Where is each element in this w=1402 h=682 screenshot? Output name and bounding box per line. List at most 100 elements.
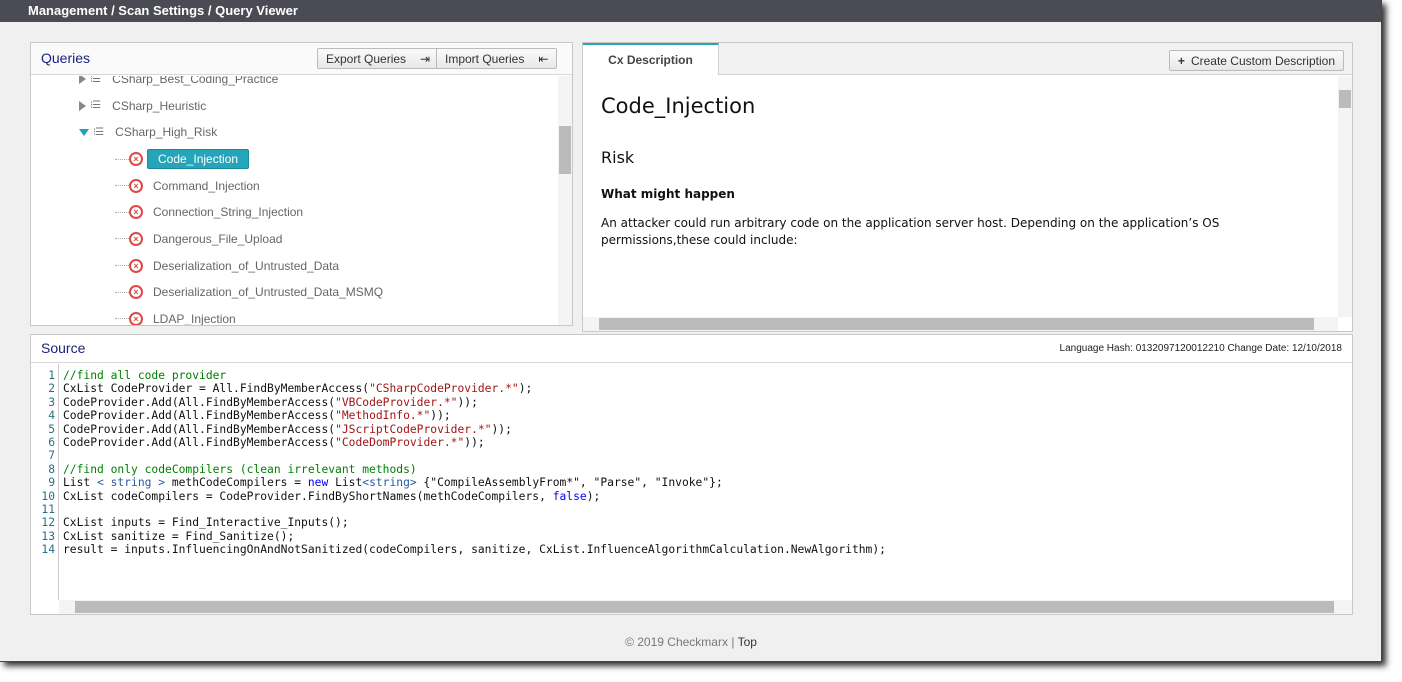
tree-item[interactable]: × Command_Injection — [115, 176, 260, 196]
queries-title: Queries — [41, 50, 91, 66]
collapsed-arrow-icon[interactable] — [79, 100, 86, 111]
export-queries-button[interactable]: Export Queries ⇥ — [317, 48, 440, 69]
list-icon: ⁝☰ — [90, 100, 101, 112]
tree-item[interactable]: × Dangerous_File_Upload — [115, 229, 282, 249]
tree-connector — [115, 211, 129, 213]
tab-cx-description[interactable]: Cx Description — [583, 43, 719, 75]
description-content: Code_Injection Risk What might happen An… — [583, 76, 1338, 317]
group-label: CSharp_Heuristic — [112, 98, 207, 113]
collapsed-arrow-icon[interactable] — [79, 76, 86, 84]
tree-item[interactable]: × Connection_String_Injection — [115, 202, 303, 222]
tree-connector — [115, 291, 129, 293]
create-custom-description-button[interactable]: + Create Custom Description — [1168, 50, 1344, 71]
plus-icon: + — [1177, 53, 1185, 68]
code-line: CodeProvider.Add(All.FindByMemberAccess(… — [63, 436, 886, 449]
import-label: Import Queries — [445, 51, 525, 66]
list-icon: ⁝☰ — [93, 126, 104, 138]
code-token: ); — [518, 382, 533, 396]
item-label: Connection_String_Injection — [153, 205, 304, 220]
code-token: CxList inputs = Find_Interactive_Inputs(… — [63, 516, 349, 530]
code-line: CxList sanitize = Find_Sanitize(); — [63, 530, 886, 543]
code-token: CodeProvider.Add(All.FindByMemberAccess( — [63, 395, 336, 409]
code-token: {"CompileAssemblyFrom*", "Parse", "Invok… — [416, 476, 723, 490]
code-token: < string > — [97, 476, 166, 490]
line-number: 4 — [48, 409, 55, 423]
tree-connector — [115, 158, 129, 160]
item-label: LDAP_Injection — [153, 311, 236, 325]
line-number: 3 — [48, 395, 55, 409]
top-link[interactable]: Top — [738, 635, 757, 649]
description-vscrollbar[interactable] — [1338, 76, 1352, 317]
scroll-thumb[interactable] — [75, 601, 1334, 613]
item-label: Command_Injection — [153, 178, 260, 193]
group-label: CSharp_Best_Coding_Practice — [112, 76, 279, 86]
line-number: 7 — [48, 449, 55, 463]
tree-item[interactable]: × Code_Injection — [115, 149, 250, 170]
scroll-thumb[interactable] — [559, 126, 571, 174]
code-lines: //find all code provider CxList CodeProvi… — [59, 364, 886, 600]
query-title: Code_Injection — [601, 94, 756, 118]
description-hscrollbar[interactable] — [583, 317, 1338, 331]
scroll-thumb[interactable] — [599, 318, 1314, 330]
code-token: )); — [491, 422, 512, 436]
code-token: false — [552, 489, 587, 503]
tree-item[interactable]: × Deserialization_of_Untrusted_Data_MSMQ — [115, 282, 383, 302]
line-number: 11 — [41, 503, 55, 517]
code-token: CxList codeCompilers = CodeProvider.Find… — [63, 489, 553, 503]
tree-scrollbar[interactable] — [558, 76, 572, 325]
error-icon: × — [129, 285, 143, 300]
expanded-arrow-icon[interactable] — [79, 128, 89, 136]
code-editor[interactable]: 1 2 3 4 5 6 7 8 9 10 11 12 13 14 //find all code prov… — [31, 364, 1352, 600]
line-number: 6 — [48, 436, 55, 450]
code-token: )); — [430, 409, 451, 423]
code-line: //find all code provider — [63, 369, 886, 382]
code-token: <string> — [362, 476, 417, 490]
tree-group[interactable]: ⁝☰ CSharp_High_Risk — [79, 122, 217, 142]
line-number: 8 — [48, 462, 55, 476]
queries-panel: Queries Export Queries ⇥ Import Queries ⇤ … — [30, 42, 573, 326]
query-tree: ⁝☰ CSharp_Best_Coding_Practice ⁝☰ CSharp_He… — [31, 76, 558, 325]
code-token: List — [63, 476, 98, 490]
language-hash-info: Language Hash: 0132097120012210 Change D… — [1059, 343, 1342, 354]
error-icon: × — [129, 231, 143, 246]
error-icon: × — [129, 258, 143, 273]
separator: | — [731, 635, 735, 649]
code-line: //find only codeCompilers (clean irrelev… — [63, 463, 886, 476]
code-token: CxList CodeProvider = All.FindByMemberAc… — [63, 382, 370, 396]
code-token: "CSharpCodeProvider.*" — [369, 382, 519, 396]
code-hscrollbar[interactable] — [59, 600, 1352, 614]
code-token: CodeProvider.Add(All.FindByMemberAccess( — [63, 409, 336, 423]
error-icon: × — [129, 311, 143, 325]
tree-connector — [115, 318, 129, 320]
code-token: CxList sanitize = Find_Sanitize(); — [63, 529, 295, 543]
code-token: ); — [586, 489, 601, 503]
export-icon: ⇥ — [420, 51, 431, 66]
tree-group[interactable]: ⁝☰ CSharp_Heuristic — [79, 96, 206, 116]
item-label: Deserialization_of_Untrusted_Data — [153, 258, 340, 273]
code-token: methCodeCompilers = — [165, 476, 308, 490]
scroll-thumb[interactable] — [1339, 90, 1351, 108]
tree-item[interactable]: × Deserialization_of_Untrusted_Data — [115, 256, 339, 276]
line-numbers: 1 2 3 4 5 6 7 8 9 10 11 12 13 14 — [31, 364, 59, 600]
code-line: result = inputs.InfluencingOnAndNotSanit… — [63, 543, 886, 556]
line-number: 9 — [48, 476, 55, 490]
tab-bar: Cx Description + Create Custom Descriptio… — [583, 43, 1352, 75]
tree-group[interactable]: ⁝☰ CSharp_Best_Coding_Practice — [79, 76, 278, 89]
code-line: CxList inputs = Find_Interactive_Inputs(… — [63, 516, 886, 529]
code-line: CxList codeCompilers = CodeProvider.Find… — [63, 490, 886, 503]
what-might-happen-text: An attacker could run arbitrary code on … — [601, 216, 1220, 247]
error-icon: × — [129, 205, 143, 220]
list-icon: ⁝☰ — [90, 76, 101, 85]
code-line: CxList CodeProvider = All.FindByMemberAc… — [63, 382, 886, 395]
code-token: //find all code provider — [63, 369, 227, 382]
description-panel: Cx Description + Create Custom Descriptio… — [582, 42, 1353, 332]
tree-item[interactable]: × LDAP_Injection — [115, 309, 236, 325]
copyright: © 2019 Checkmarx — [625, 635, 728, 649]
source-panel: Source Language Hash: 0132097120012210 C… — [30, 334, 1353, 615]
line-number: 12 — [41, 516, 55, 530]
line-number: 10 — [41, 489, 55, 503]
code-line: CodeProvider.Add(All.FindByMemberAccess(… — [63, 396, 886, 409]
import-queries-button[interactable]: Import Queries ⇤ — [436, 48, 558, 69]
code-token: CodeProvider.Add(All.FindByMemberAccess( — [63, 435, 336, 449]
